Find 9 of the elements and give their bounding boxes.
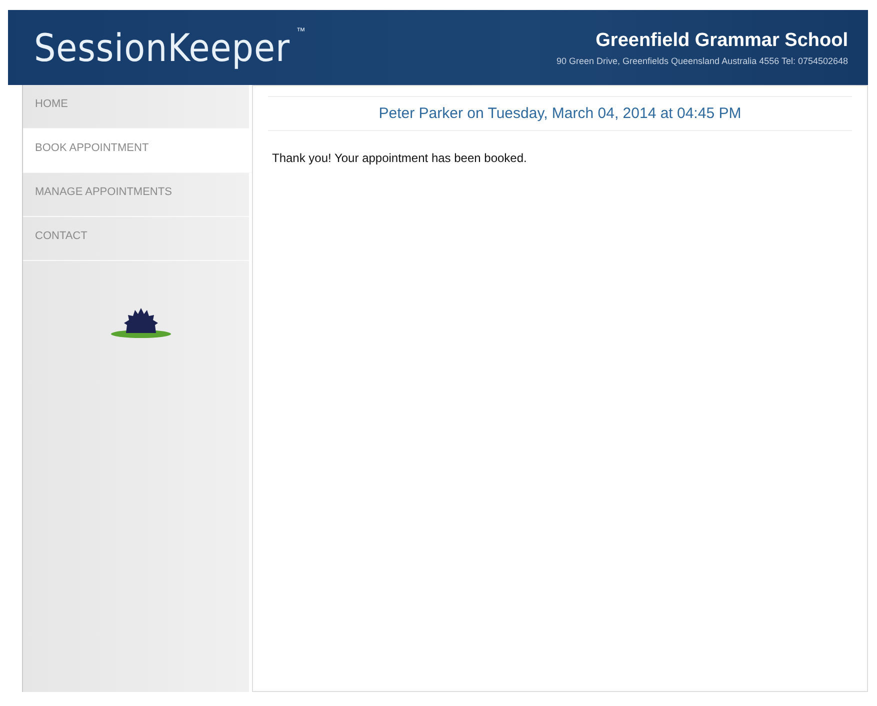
school-address: 90 Green Drive, Greenfields Queensland Australia 4556 Tel: 0754502648 (556, 56, 848, 66)
nav-item[interactable]: MANAGE APPOINTMENTS (23, 173, 249, 217)
nav-item[interactable]: CONTACT (23, 217, 249, 261)
nav-item[interactable]: BOOK APPOINTMENT (23, 129, 252, 173)
appointment-heading: Peter Parker on Tuesday, March 04, 2014 at 04:45 PM (268, 96, 852, 131)
confirmation-message: Thank you! Your appointment has been booked. (271, 151, 528, 165)
logo-text: SessionKeeper (34, 26, 290, 70)
school-name: Greenfield Grammar School (596, 30, 848, 52)
trademark-mark: ™ (296, 26, 306, 36)
